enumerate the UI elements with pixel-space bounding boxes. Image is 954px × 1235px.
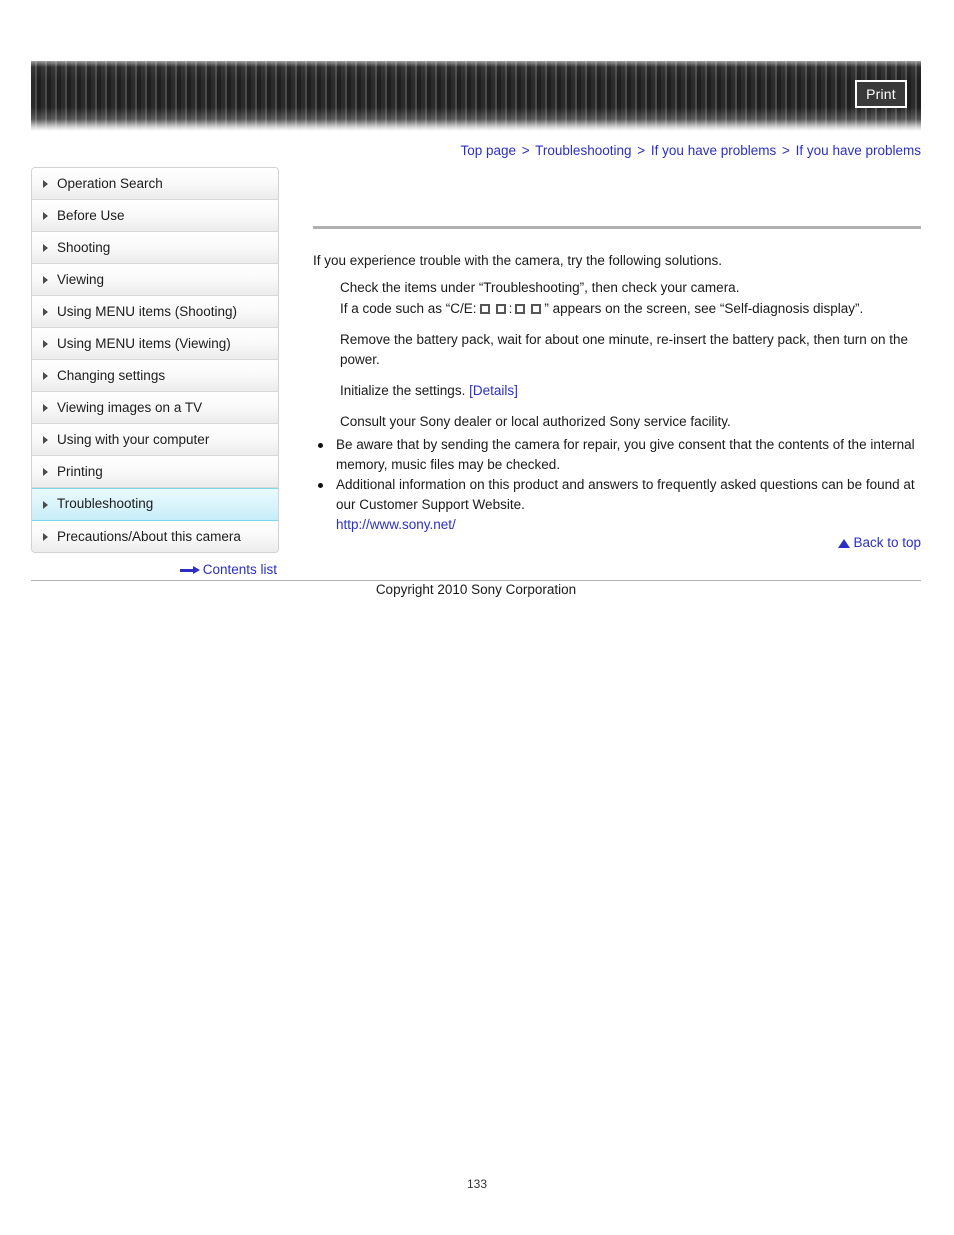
contents-list-link[interactable]: Contents list — [31, 562, 277, 577]
sidebar-navigation: Operation Search Before Use Shooting Vie… — [31, 167, 279, 553]
sidebar-item-label: Using MENU items (Viewing) — [57, 336, 231, 351]
contents-list-label: Contents list — [202, 562, 277, 577]
step-consult-dealer: Consult your Sony dealer or local author… — [340, 414, 731, 429]
sidebar-item-label: Printing — [57, 464, 103, 479]
sidebar-item-viewing-images-on-a-tv[interactable]: Viewing images on a TV — [32, 392, 278, 424]
code-placeholder-box — [479, 304, 490, 314]
step-error-code-suffix: ” appears on the screen, see “Self-diagn… — [544, 301, 864, 316]
triangle-right-icon — [43, 468, 48, 476]
step-error-code-colon: : — [508, 301, 513, 316]
breadcrumb-item-current[interactable]: If you have problems — [796, 143, 921, 158]
sidebar-item-label: Troubleshooting — [57, 496, 154, 511]
bullet-text-support-website: Additional information on this product a… — [336, 477, 915, 512]
sidebar-item-label: Precautions/About this camera — [57, 529, 241, 544]
list-item: Be aware that by sending the camera for … — [317, 435, 923, 475]
triangle-right-icon — [43, 501, 48, 509]
sidebar-item-viewing[interactable]: Viewing — [32, 264, 278, 296]
notes-bullet-list: Be aware that by sending the camera for … — [313, 435, 923, 535]
footer-divider — [31, 580, 921, 581]
code-placeholder-box — [495, 304, 506, 314]
triangle-up-icon — [838, 539, 851, 548]
sidebar-item-using-menu-items-shooting[interactable]: Using MENU items (Shooting) — [32, 296, 278, 328]
breadcrumb: Top page > Troubleshooting > If you have… — [313, 143, 921, 158]
list-item: Additional information on this product a… — [317, 475, 923, 535]
code-placeholder-box — [515, 304, 526, 314]
header-banner: Print — [31, 61, 921, 131]
sidebar-item-label: Operation Search — [57, 176, 163, 191]
step-error-code-prefix: If a code such as “C/E: — [340, 301, 477, 316]
sidebar-item-label: Viewing — [57, 272, 105, 287]
copyright-notice: Copyright 2010 Sony Corporation — [375, 582, 577, 597]
back-to-top-link[interactable]: Back to top — [313, 535, 921, 550]
sidebar-item-precautions-about-this-camera[interactable]: Precautions/About this camera — [32, 521, 278, 552]
sidebar-item-changing-settings[interactable]: Changing settings — [32, 360, 278, 392]
breadcrumb-item-if-you-have-problems[interactable]: If you have problems — [651, 143, 776, 158]
triangle-right-icon — [43, 276, 48, 284]
main-content: If you experience trouble with the camer… — [313, 251, 923, 535]
sidebar-item-label: Before Use — [57, 208, 125, 223]
sidebar-item-troubleshooting[interactable]: Troubleshooting — [32, 488, 278, 521]
back-to-top-label: Back to top — [853, 535, 921, 550]
step-initialize-settings: Initialize the settings. [Details] — [340, 381, 923, 402]
header-gradient-overlay — [31, 61, 921, 131]
triangle-right-icon — [43, 436, 48, 444]
sidebar-item-shooting[interactable]: Shooting — [32, 232, 278, 264]
print-button[interactable]: Print — [855, 80, 907, 108]
sony-support-url-link[interactable]: http://www.sony.net/ — [336, 517, 456, 532]
breadcrumb-separator: > — [782, 143, 790, 158]
bullet-text-repair-consent: Be aware that by sending the camera for … — [336, 437, 915, 472]
triangle-right-icon — [43, 372, 48, 380]
triangle-right-icon — [43, 180, 48, 188]
step-initialize-text: Initialize the settings. — [340, 383, 466, 398]
sidebar-item-using-menu-items-viewing[interactable]: Using MENU items (Viewing) — [32, 328, 278, 360]
sidebar-item-label: Using MENU items (Shooting) — [57, 304, 238, 319]
triangle-right-icon — [43, 404, 48, 412]
breadcrumb-item-troubleshooting[interactable]: Troubleshooting — [535, 143, 631, 158]
content-top-divider — [313, 226, 921, 229]
triangle-right-icon — [43, 244, 48, 252]
sidebar-item-using-with-your-computer[interactable]: Using with your computer — [32, 424, 278, 456]
breadcrumb-item-top-page[interactable]: Top page — [460, 143, 516, 158]
details-link[interactable]: [Details] — [469, 383, 518, 398]
step-error-code: If a code such as “C/E:: ” appears on the… — [340, 299, 923, 320]
triangle-right-icon — [43, 212, 48, 220]
sidebar-item-label: Using with your computer — [57, 432, 210, 447]
arrow-right-icon — [179, 566, 200, 575]
step-remove-battery: Remove the battery pack, wait for about … — [340, 332, 909, 367]
sidebar-item-label: Shooting — [57, 240, 111, 255]
sidebar-item-label: Changing settings — [57, 368, 166, 383]
code-placeholder-box — [531, 304, 542, 314]
triangle-right-icon — [43, 308, 48, 316]
page-number: 133 — [466, 1177, 488, 1191]
triangle-right-icon — [43, 340, 48, 348]
intro-paragraph: If you experience trouble with the camer… — [313, 253, 722, 268]
triangle-right-icon — [43, 533, 48, 541]
sidebar-item-operation-search[interactable]: Operation Search — [32, 168, 278, 200]
sidebar-item-printing[interactable]: Printing — [32, 456, 278, 488]
step-check-items: Check the items under “Troubleshooting”,… — [340, 280, 740, 295]
sidebar-item-label: Viewing images on a TV — [57, 400, 203, 415]
breadcrumb-separator: > — [521, 143, 530, 158]
breadcrumb-separator: > — [637, 143, 646, 158]
sidebar-item-before-use[interactable]: Before Use — [32, 200, 278, 232]
